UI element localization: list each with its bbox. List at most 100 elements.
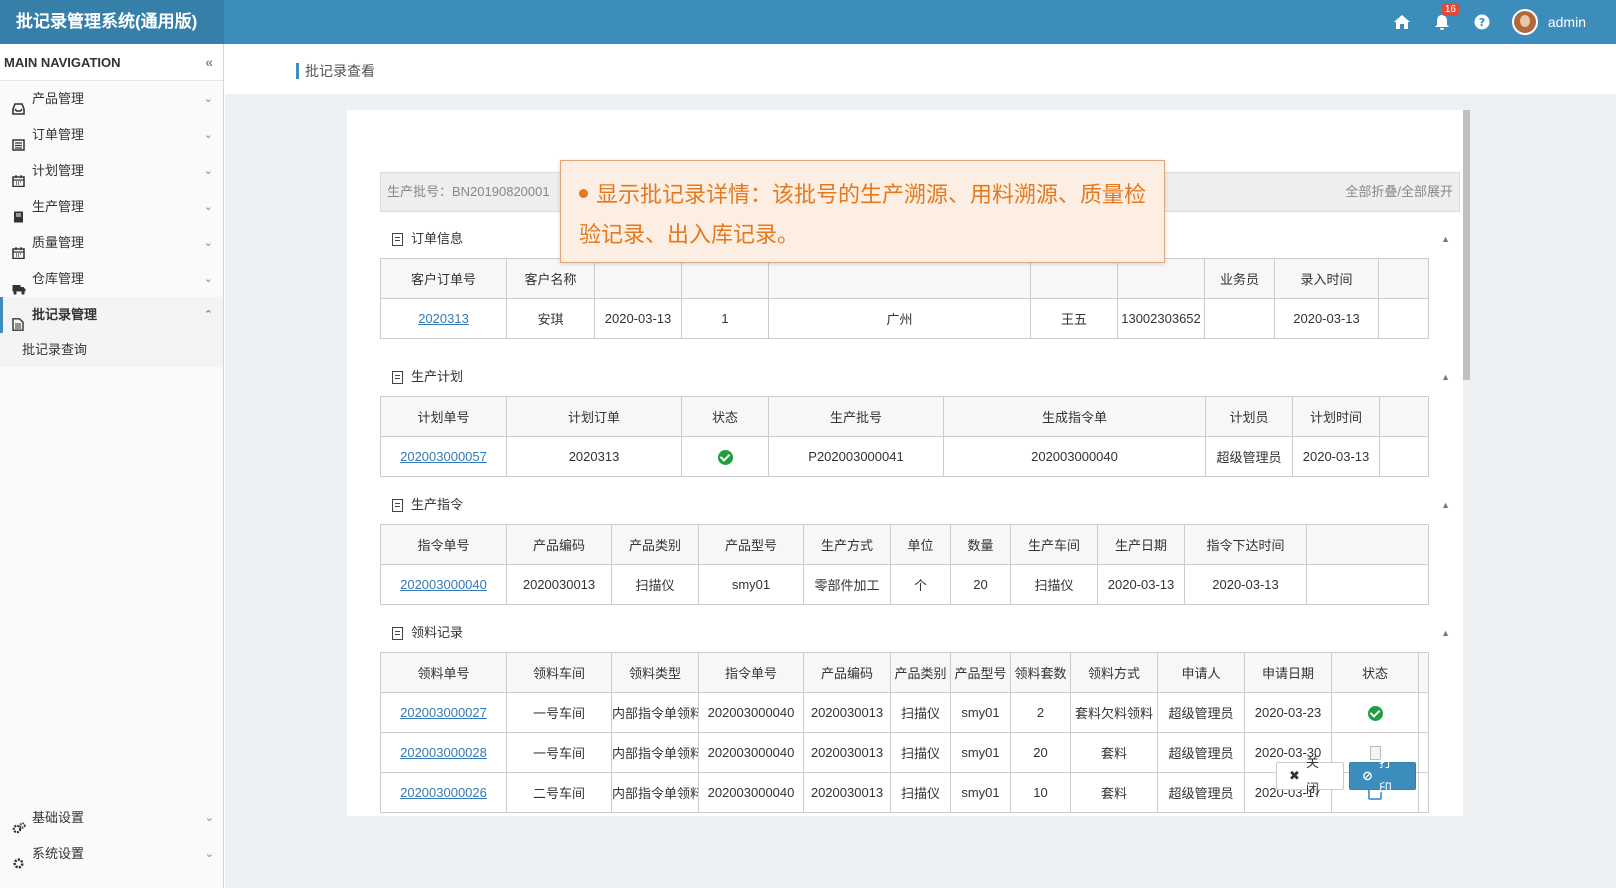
table-cell: 2020030013	[803, 772, 891, 813]
sidebar-bottom: 基础设置 ⌄ 系统设置 ⌄	[0, 800, 224, 872]
column-header: 生产车间	[1010, 524, 1098, 565]
top-icons: 16 ? admin	[1382, 0, 1616, 44]
chevron-down-icon: ⌄	[203, 165, 213, 177]
chevron-down-icon: ⌄	[204, 848, 214, 860]
sidebar-collapse-icon[interactable]: «	[205, 44, 213, 81]
sidebar-item-quality[interactable]: 质量管理 ⌄	[0, 225, 223, 261]
plan-number-link[interactable]: 202003000057	[400, 449, 487, 464]
home-icon[interactable]	[1382, 0, 1422, 44]
table-cell: 202003000040	[698, 772, 804, 813]
section-header[interactable]: 生产计划 ▲	[380, 358, 1460, 396]
column-header: 生产批号	[768, 396, 944, 437]
column-header: 单位	[890, 524, 951, 565]
table-cell: 2020-03-13	[1184, 564, 1307, 605]
table-cell: 2020-03-23	[1244, 692, 1332, 733]
truck-icon	[12, 273, 26, 295]
table-cell: 2020-03-13	[1274, 298, 1379, 339]
column-header: 领料方式	[1070, 652, 1158, 693]
section-header[interactable]: 生产指令 ▲	[380, 486, 1460, 524]
print-button-label: 打印	[1378, 755, 1392, 796]
list-icon	[12, 129, 26, 151]
notification-badge: 16	[1441, 3, 1459, 16]
inbox-icon	[12, 93, 26, 115]
user-menu[interactable]: admin	[1502, 0, 1616, 44]
table-cell: 内部指令单领料	[611, 692, 699, 733]
calendar-icon	[12, 165, 26, 188]
column-header: 状态	[1331, 652, 1419, 693]
avatar	[1511, 9, 1538, 35]
sidebar-item-product[interactable]: 产品管理 ⌄	[0, 81, 223, 117]
sidebar-item-plan[interactable]: 计划管理 ⌄	[0, 153, 223, 189]
column-header: 产品编码	[506, 524, 612, 565]
sidebar-item-batch-record[interactable]: 批记录管理 ⌃	[0, 297, 223, 333]
app-title[interactable]: 批记录管理系统(通用版)	[0, 0, 224, 44]
sidebar-item-label: 产品管理	[32, 91, 85, 106]
column-header	[594, 258, 682, 299]
table-cell: 一号车间	[506, 732, 612, 773]
table-cell	[1204, 298, 1275, 339]
table-cell: 2020030013	[803, 732, 891, 773]
table-cell: 超级管理员	[1157, 732, 1245, 773]
material-number-link[interactable]: 202003000027	[400, 705, 487, 720]
panel-scrollbar[interactable]	[1463, 110, 1470, 816]
material-number-link[interactable]: 202003000026	[400, 785, 487, 800]
collapse-caret-icon[interactable]: ▲	[1441, 358, 1450, 396]
sidebar-item-system-settings[interactable]: 系统设置 ⌄	[0, 836, 224, 872]
table-cell: 2020030013	[803, 692, 891, 733]
chevron-down-icon: ⌄	[204, 812, 214, 824]
table-cell: 二号车间	[506, 772, 612, 813]
close-button-label: 关闭	[1305, 755, 1319, 796]
book-icon	[12, 201, 26, 223]
table-header-row: 计划单号 计划订单 状态 生产批号 生成指令单 计划员 计划时间	[380, 396, 1429, 437]
column-header: 计划时间	[1292, 396, 1380, 437]
table-cell: 超级管理员	[1205, 436, 1293, 477]
collapse-expand-all-link[interactable]: 全部折叠/全部展开	[1345, 173, 1453, 211]
section-title: 生产指令	[411, 497, 464, 512]
production-plan-section: 生产计划 ▲ 计划单号 计划订单 状态 生产批号 生成指令单 计划员 计划时间 …	[380, 358, 1460, 477]
chevron-down-icon: ⌄	[203, 237, 213, 249]
sidebar-subitem-batch-query[interactable]: 批记录查询	[0, 333, 223, 367]
print-button[interactable]: ⊘ 打印	[1349, 755, 1416, 796]
material-number-link[interactable]: 202003000028	[400, 745, 487, 760]
order-number-link[interactable]: 202003000040	[400, 577, 487, 592]
table-cell	[1418, 772, 1429, 813]
column-header	[1030, 258, 1118, 299]
nav-header: MAIN NAVIGATION «	[0, 44, 223, 81]
table-cell: 202003000028	[380, 732, 507, 773]
collapse-caret-icon[interactable]: ▲	[1441, 614, 1450, 652]
sidebar-item-label: 订单管理	[32, 127, 85, 142]
column-header: 产品类别	[890, 652, 951, 693]
sidebar-item-label: 基础设置	[32, 810, 85, 825]
customer-order-link[interactable]: 2020313	[418, 311, 469, 326]
order-info-table: 客户订单号 客户名称 业务员 录入时间 2020313 安琪 2020-03-1…	[380, 258, 1429, 339]
column-header	[681, 258, 769, 299]
table-cell: 202003000027	[380, 692, 507, 733]
table-row: 2020313 安琪 2020-03-13 1 广州 王五 1300230365…	[380, 298, 1429, 339]
check-circle-icon	[717, 449, 733, 465]
column-header: 产品型号	[950, 652, 1011, 693]
sidebar-item-warehouse[interactable]: 仓库管理 ⌄	[0, 261, 223, 297]
chevron-down-icon: ⌄	[203, 273, 213, 285]
table-cell: 13002303652	[1117, 298, 1205, 339]
section-header[interactable]: 领料记录 ▲	[380, 614, 1460, 652]
nav-header-label: MAIN NAVIGATION	[4, 55, 121, 70]
help-icon[interactable]: ?	[1462, 0, 1502, 44]
table-cell: 扫描仪	[1010, 564, 1098, 605]
gear-icon	[12, 848, 26, 869]
table-cell: 安琪	[506, 298, 595, 339]
collapse-caret-icon[interactable]: ▲	[1441, 486, 1450, 524]
scrollbar-thumb[interactable]	[1463, 110, 1470, 380]
sidebar-item-order[interactable]: 订单管理 ⌄	[0, 117, 223, 153]
sidebar-item-label: 生产管理	[32, 199, 85, 214]
bell-icon[interactable]: 16	[1422, 0, 1462, 44]
sidebar-item-production[interactable]: 生产管理 ⌄	[0, 189, 223, 225]
table-cell: 零部件加工	[803, 564, 891, 605]
sidebar-item-label: 批记录管理	[32, 307, 98, 322]
collapse-caret-icon[interactable]: ▲	[1441, 220, 1450, 258]
column-header: 申请日期	[1244, 652, 1332, 693]
close-button[interactable]: ✖ 关闭	[1276, 755, 1344, 796]
sidebar-item-basic-settings[interactable]: 基础设置 ⌄	[0, 800, 224, 836]
table-cell: smy01	[950, 772, 1011, 813]
material-records-table: 领料单号 领料车间 领料类型 指令单号 产品编码 产品类别 产品型号 领料套数 …	[380, 652, 1429, 813]
column-header: 产品型号	[698, 524, 804, 565]
